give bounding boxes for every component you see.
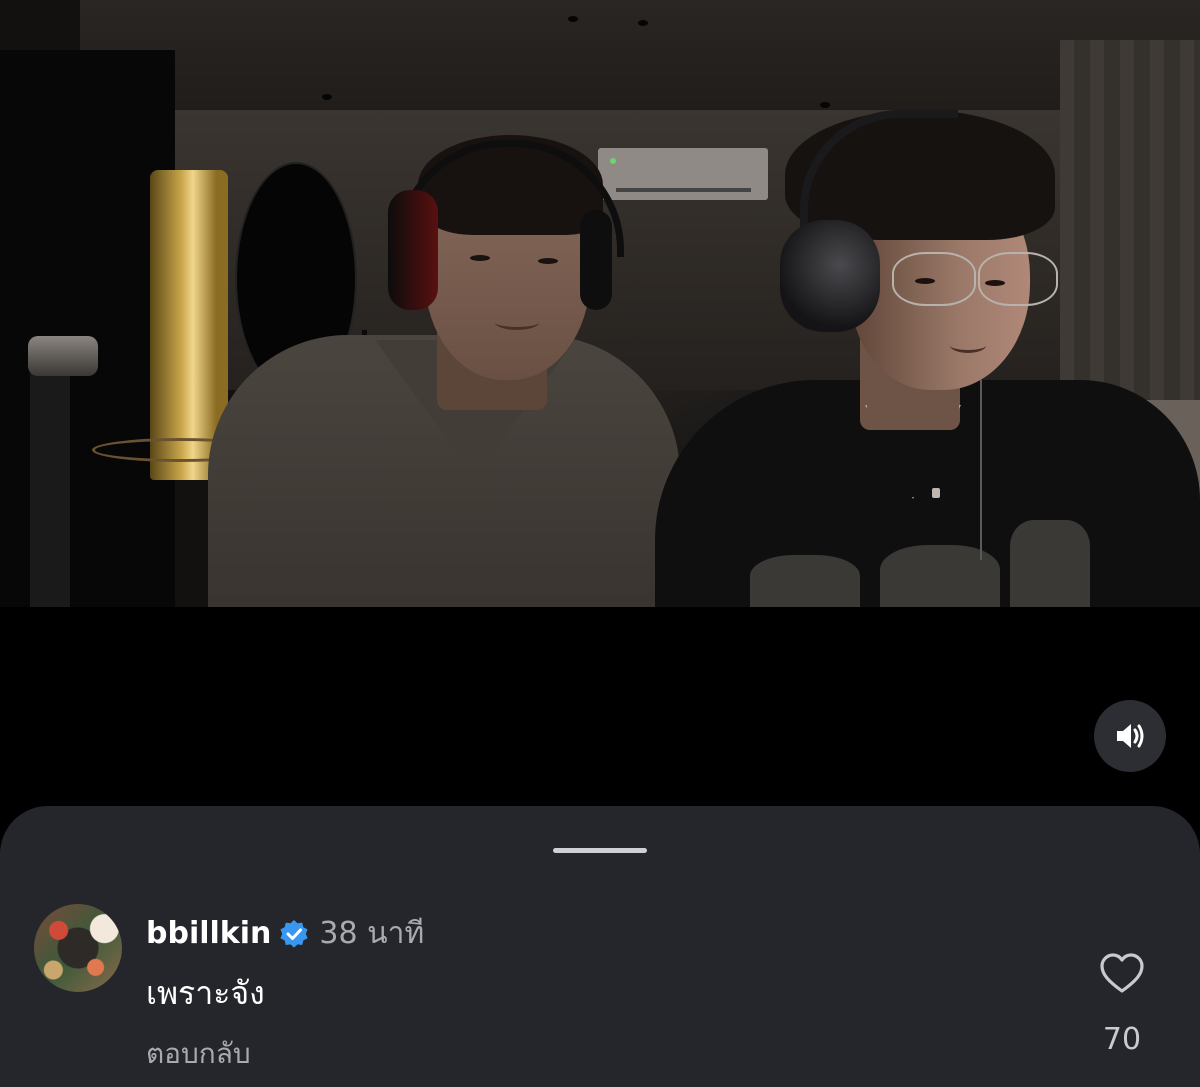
comment-text: เพราะจัง [146,974,265,1012]
comment-header: bbillkin 38 นาที [146,910,424,957]
sound-toggle-button[interactable] [1094,700,1166,772]
shirt-print [750,555,860,607]
glasses-lens [978,252,1058,306]
mic-stand [30,340,70,607]
sheet-drag-handle[interactable] [553,848,647,853]
smile [495,315,539,330]
username[interactable]: bbillkin [146,916,271,951]
ceiling-light [568,16,578,22]
headphone-cup [780,220,880,332]
headphone-cup [580,210,612,310]
reply-button[interactable]: ตอบกลับ [146,1032,251,1076]
dark-window [0,50,175,607]
mic-stand-head [28,336,98,376]
ceiling-light [638,20,648,26]
glasses-lens [892,252,976,306]
like-count: 70 [1102,1022,1142,1057]
air-conditioner [598,148,768,200]
comments-sheet: bbillkin 38 นาที เพราะจัง ตอบกลับ [0,806,1200,1087]
ceiling-light [820,102,830,108]
curtain [1060,40,1200,420]
heart-outline-icon[interactable] [1098,950,1146,998]
smile [950,338,986,353]
eye [538,258,558,264]
live-video-frame[interactable] [0,0,1200,607]
necklace-pendant [932,488,940,498]
headphone-cord [980,380,1042,560]
headphone-cup [388,190,438,310]
ceiling-light [322,94,332,100]
verified-badge-icon [280,919,308,948]
speaker-on-icon [1117,724,1144,748]
avatar[interactable] [34,904,122,992]
comment-timestamp: 38 นาที [319,916,425,951]
